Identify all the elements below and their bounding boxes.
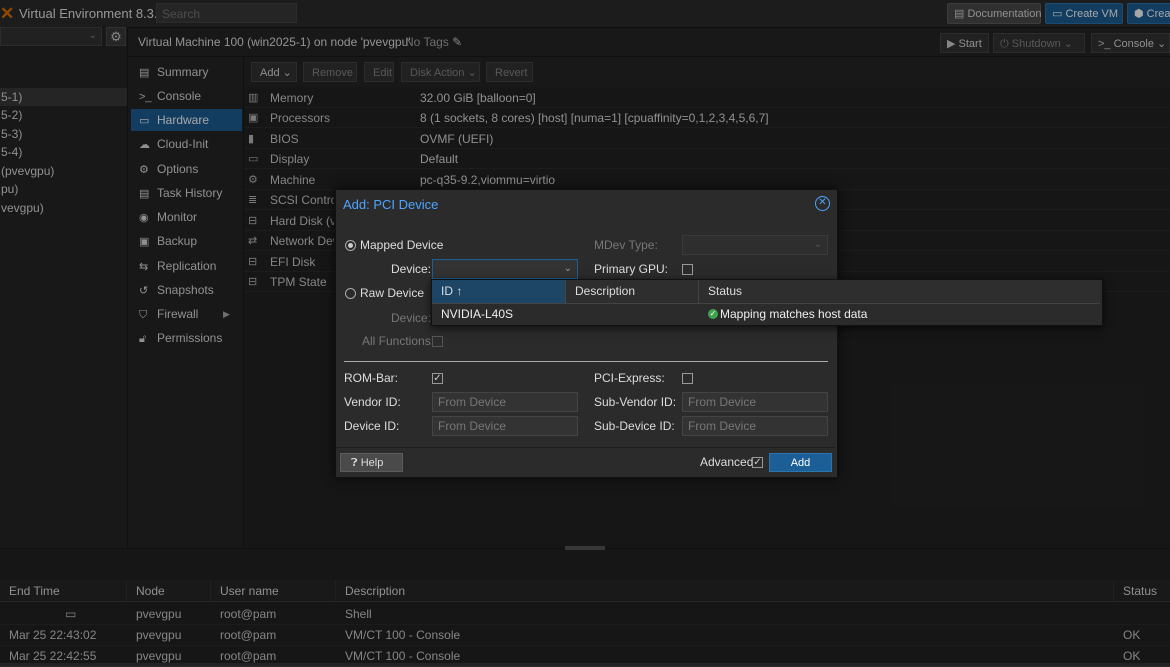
column-header-description[interactable]: Description: [566, 280, 699, 303]
sub-vendor-id-label: Sub-Vendor ID:: [594, 395, 677, 409]
mapped-device-label: Mapped Device: [360, 238, 444, 252]
chevron-down-icon: ⌄: [813, 239, 822, 250]
mapped-device-select[interactable]: ⌄: [432, 259, 578, 279]
primary-gpu-checkbox[interactable]: [682, 264, 693, 275]
device-id-label: Device ID:: [344, 419, 400, 433]
mdev-type-label: MDev Type:: [594, 238, 658, 252]
primary-gpu-label: Primary GPU:: [594, 262, 669, 276]
cell-id: NVIDIA-L40S: [441, 307, 514, 321]
sub-vendor-id-input[interactable]: From Device: [682, 392, 828, 412]
column-header-status[interactable]: Status: [699, 280, 1100, 303]
vendor-id-input[interactable]: From Device: [432, 392, 578, 412]
mapped-device-radio[interactable]: [345, 240, 356, 251]
rom-bar-checkbox[interactable]: ✓: [432, 373, 443, 384]
help-button[interactable]: ❓︎ Help: [340, 453, 403, 472]
vendor-id-label: Vendor ID:: [344, 395, 401, 409]
raw-device-radio[interactable]: [345, 288, 356, 299]
advanced-checkbox[interactable]: ✓: [752, 457, 763, 468]
column-label: ID: [441, 284, 453, 298]
mdev-type-select[interactable]: ⌄: [682, 235, 828, 255]
device-id-input[interactable]: From Device: [432, 416, 578, 436]
chevron-down-icon: ⌄: [563, 263, 572, 274]
pci-express-checkbox[interactable]: [682, 373, 693, 384]
advanced-label: Advanced: [700, 455, 754, 469]
help-label: Help: [360, 457, 384, 469]
divider: [344, 361, 828, 362]
raw-device-field-label: Device:: [391, 311, 432, 325]
rom-bar-label: ROM-Bar:: [344, 371, 398, 385]
all-functions-label: All Functions:: [362, 334, 435, 348]
cell-description: [566, 304, 575, 324]
device-label: Device:: [391, 262, 432, 276]
sort-asc-icon: ↑: [456, 284, 463, 298]
add-button[interactable]: Add: [769, 453, 832, 472]
close-icon[interactable]: ✕: [815, 196, 830, 211]
dialog-title: Add: PCI Device: [343, 197, 439, 212]
question-circle-icon: ❓︎: [351, 457, 358, 469]
all-functions-checkbox[interactable]: [432, 336, 443, 347]
cell-status: Mapping matches host data: [720, 307, 868, 321]
pci-express-label: PCI-Express:: [594, 371, 665, 385]
sub-device-id-input[interactable]: From Device: [682, 416, 828, 436]
sub-device-id-label: Sub-Device ID:: [594, 419, 675, 433]
column-header-id[interactable]: ID ↑: [432, 280, 566, 303]
raw-device-label: Raw Device: [360, 286, 425, 300]
